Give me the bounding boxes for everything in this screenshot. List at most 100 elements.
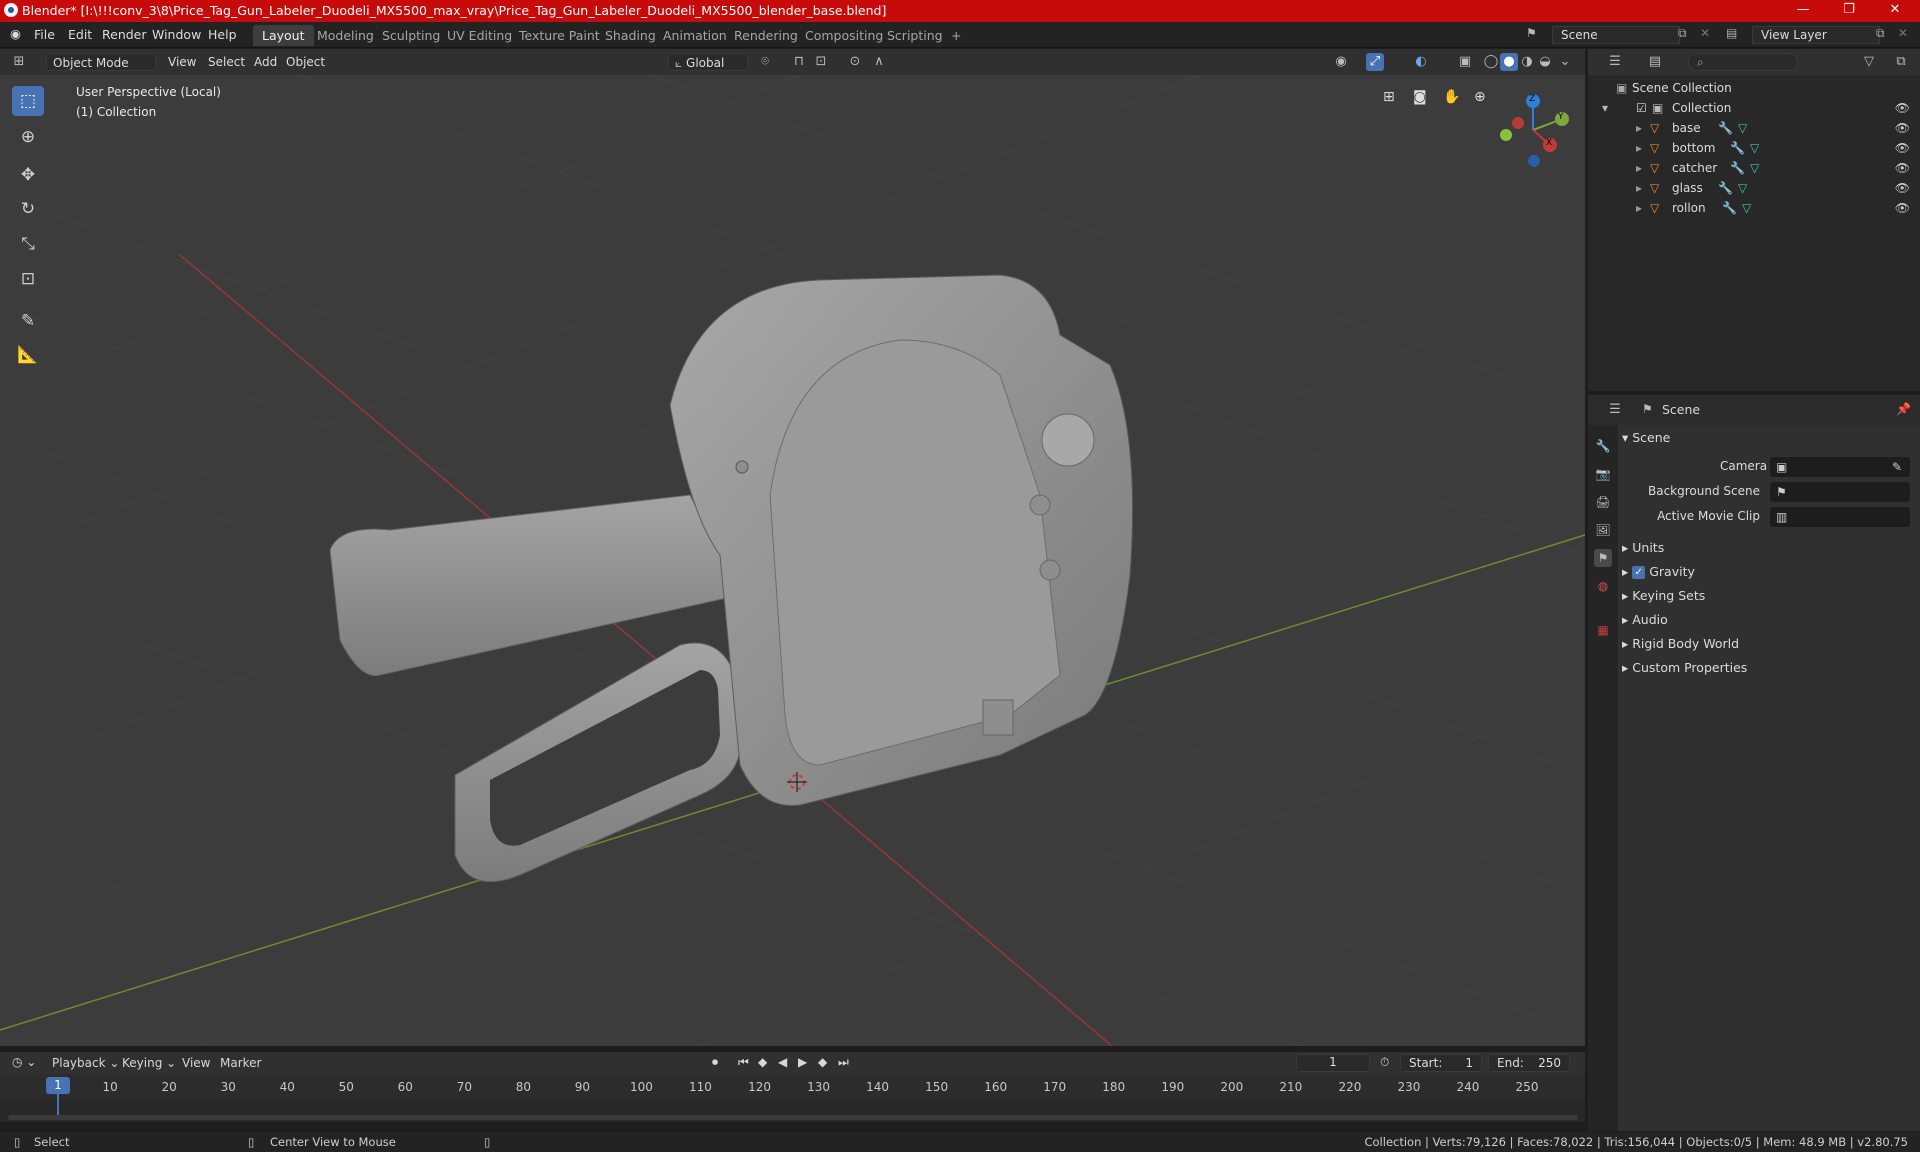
rendered-shading-icon[interactable]: ◒ xyxy=(1536,53,1554,71)
visibility-eye-icon[interactable]: 👁 xyxy=(1895,161,1910,175)
menu-file[interactable]: File xyxy=(34,27,55,42)
camera-field[interactable]: ▣ ✎ xyxy=(1770,457,1910,477)
wireframe-shading-icon[interactable]: ◯ xyxy=(1482,53,1500,71)
viewlayer-browse-icon[interactable]: ▤ xyxy=(1726,26,1750,40)
menu-render[interactable]: Render xyxy=(102,27,147,42)
tab-scripting[interactable]: Scripting xyxy=(878,25,952,46)
editor-type-icon[interactable]: ⊞ xyxy=(10,53,28,71)
end-frame-field[interactable]: End: 250 xyxy=(1488,1054,1570,1072)
move-tool-icon[interactable]: ✥ xyxy=(12,160,44,190)
zoom-icon[interactable]: ⊕ xyxy=(1474,89,1494,109)
preview-range-icon[interactable]: ⏱ xyxy=(1380,1055,1389,1070)
eyedropper-icon[interactable]: ✎ xyxy=(1892,460,1902,474)
overlay-toggle-icon[interactable]: ◐ xyxy=(1412,53,1430,71)
visibility-eye-icon[interactable]: 👁 xyxy=(1895,201,1910,215)
jump-end-icon[interactable]: ⏭ xyxy=(838,1055,849,1070)
view-layer-tab-icon[interactable]: 🖼 xyxy=(1594,521,1612,539)
playhead-marker[interactable]: 1 xyxy=(46,1077,70,1094)
3d-viewport[interactable]: User Perspective (Local) (1) Collection … xyxy=(0,75,1585,1046)
snap-target-icon[interactable]: ⊡ xyxy=(812,53,830,71)
snap-icon[interactable]: ⊓ xyxy=(790,53,808,71)
toggle-camera-view-icon[interactable]: ⊞ xyxy=(1383,89,1403,109)
measure-tool-icon[interactable]: 📐 xyxy=(12,340,44,370)
new-scene-icon[interactable]: ⧉ xyxy=(1678,26,1698,41)
gravity-section[interactable]: ▸ ✓ Gravity xyxy=(1622,564,1695,579)
menu-help[interactable]: Help xyxy=(208,27,237,42)
visibility-eye-icon[interactable]: 👁 xyxy=(1895,101,1910,115)
transform-tool-icon[interactable]: ⊡ xyxy=(12,264,44,294)
keying-menu[interactable]: Keying ⌄ xyxy=(122,1056,176,1070)
world-tab-icon[interactable]: ◍ xyxy=(1594,577,1612,595)
solid-shading-icon[interactable]: ● xyxy=(1500,53,1518,71)
timeline-area[interactable]: 10 20 30 40 50 60 70 80 90 100 110 120 130 140 150 160 1… xyxy=(0,1074,1585,1122)
tab-uv-editing[interactable]: UV Editing xyxy=(438,25,521,46)
gizmo-toggle-icon[interactable]: ⤢ xyxy=(1366,53,1384,71)
active-movie-clip-field[interactable]: ▥ xyxy=(1770,507,1910,527)
shading-options-icon[interactable]: ⌄ xyxy=(1556,53,1574,71)
viewlayer-selector[interactable]: View Layer xyxy=(1752,26,1880,44)
scene-tab-icon[interactable]: ⚑ xyxy=(1594,549,1612,567)
visibility-eye-icon[interactable]: 👁 xyxy=(1895,141,1910,155)
close-button[interactable]: ✕ xyxy=(1872,0,1918,22)
outliner-row-bottom[interactable]: ▸ ▽ bottom 🔧 ▽ 👁 xyxy=(1588,138,1920,158)
current-frame-field[interactable]: 1 xyxy=(1296,1054,1370,1072)
mode-selector[interactable]: Object Mode xyxy=(46,53,156,71)
expand-arrow-icon[interactable]: ▸ xyxy=(1636,161,1642,175)
proportional-edit-icon[interactable]: ⊙ xyxy=(846,53,864,71)
add-workspace-button[interactable]: + xyxy=(942,25,970,46)
background-scene-field[interactable]: ⚑ xyxy=(1770,482,1910,502)
expand-arrow-icon[interactable]: ▸ xyxy=(1636,201,1642,215)
outliner-editor-type-icon[interactable]: ☰ xyxy=(1606,53,1624,71)
timeline-scrollbar[interactable] xyxy=(8,1115,1578,1120)
menu-select[interactable]: Select xyxy=(202,53,251,71)
transform-orientation-selector[interactable]: ⟀ Global xyxy=(668,53,748,71)
tab-modeling[interactable]: Modeling xyxy=(308,25,383,46)
outliner-row-scene-collection[interactable]: ▣ Scene Collection xyxy=(1588,78,1920,98)
tab-animation[interactable]: Animation xyxy=(654,25,736,46)
expand-arrow-icon[interactable]: ▾ xyxy=(1602,101,1608,115)
delete-scene-icon[interactable]: ✕ xyxy=(1700,26,1720,40)
menu-object[interactable]: Object xyxy=(280,53,331,71)
rigid-body-world-section[interactable]: ▸ Rigid Body World xyxy=(1622,636,1739,651)
menu-view[interactable]: View xyxy=(162,53,202,71)
tab-rendering[interactable]: Rendering xyxy=(725,25,807,46)
rotate-tool-icon[interactable]: ↻ xyxy=(12,194,44,224)
outliner-row-glass[interactable]: ▸ ▽ glass 🔧 ▽ 👁 xyxy=(1588,178,1920,198)
falloff-icon[interactable]: ∧ xyxy=(870,53,888,71)
properties-editor-type-icon[interactable]: ☰ xyxy=(1606,401,1624,419)
scene-selector[interactable]: Scene xyxy=(1552,26,1680,44)
frame-ruler[interactable]: 10 20 30 40 50 60 70 80 90 100 110 120 130 140 150 160 1… xyxy=(0,1074,1585,1098)
minimize-button[interactable]: — xyxy=(1780,0,1826,22)
tab-layout[interactable]: Layout xyxy=(253,25,314,46)
output-tab-icon[interactable]: 🖨 xyxy=(1594,493,1612,511)
visibility-icon[interactable]: ◉ xyxy=(1332,53,1350,71)
expand-arrow-icon[interactable]: ▸ xyxy=(1636,181,1642,195)
filter-icon[interactable]: ▽ xyxy=(1860,53,1878,71)
outliner-row-base[interactable]: ▸ ▽ base 🔧 ▽ 👁 xyxy=(1588,118,1920,138)
gravity-checkbox[interactable]: ✓ xyxy=(1632,566,1646,579)
delete-viewlayer-icon[interactable]: ✕ xyxy=(1898,26,1918,40)
tool-tab-icon[interactable]: 🔧 xyxy=(1594,437,1612,455)
timeline-editor-type-icon[interactable]: ◷ ⌄ xyxy=(12,1055,36,1069)
audio-section[interactable]: ▸ Audio xyxy=(1622,612,1668,627)
annotate-tool-icon[interactable]: ✎ xyxy=(12,306,44,336)
outliner-row-catcher[interactable]: ▸ ▽ catcher 🔧 ▽ 👁 xyxy=(1588,158,1920,178)
new-collection-icon[interactable]: ⧉ xyxy=(1892,53,1910,71)
texture-tab-icon[interactable]: ▦ xyxy=(1594,621,1612,639)
material-shading-icon[interactable]: ◑ xyxy=(1518,53,1536,71)
playback-menu[interactable]: Playback ⌄ xyxy=(52,1056,119,1070)
display-mode-icon[interactable]: ▤ xyxy=(1646,53,1664,71)
scale-tool-icon[interactable]: ⤡ xyxy=(12,229,44,259)
menu-add[interactable]: Add xyxy=(248,53,283,71)
new-viewlayer-icon[interactable]: ⧉ xyxy=(1876,26,1896,41)
prev-keyframe-icon[interactable]: ◆ xyxy=(758,1055,767,1069)
expand-arrow-icon[interactable]: ▸ xyxy=(1636,141,1642,155)
outliner-row-rollon[interactable]: ▸ ▽ rollon 🔧 ▽ 👁 xyxy=(1588,198,1920,218)
units-section[interactable]: ▸ Units xyxy=(1622,540,1664,555)
navigation-gizmo[interactable]: Z Y X xyxy=(1488,85,1576,169)
scene-browse-icon[interactable]: ⚑ xyxy=(1526,26,1548,44)
pin-icon[interactable]: 📌 xyxy=(1896,402,1911,416)
start-frame-field[interactable]: Start: 1 xyxy=(1400,1054,1482,1072)
play-icon[interactable]: ▶ xyxy=(798,1055,807,1069)
pan-hand-icon[interactable]: ✋ xyxy=(1443,89,1463,109)
